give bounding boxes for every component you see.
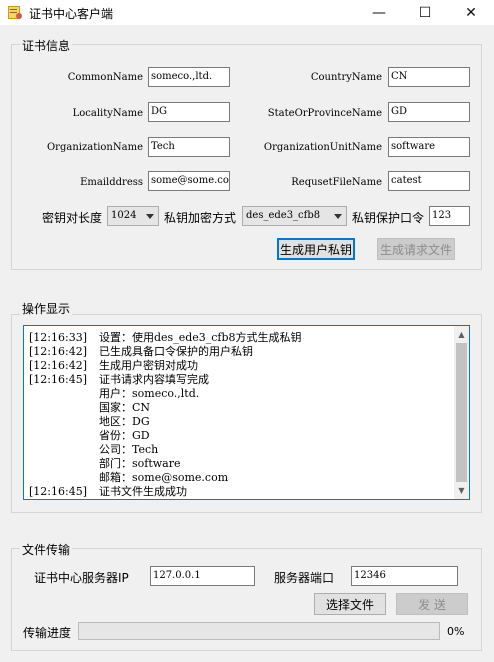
organization-name-label: OrganizationName	[46, 142, 143, 153]
locality-name-input[interactable]: DG	[148, 102, 230, 122]
organization-name-input[interactable]: Tech	[148, 137, 230, 157]
chevron-down-icon	[146, 214, 154, 219]
key-password-input[interactable]: 123	[429, 206, 470, 226]
request-file-name-label: RequsetFileName	[291, 177, 382, 188]
email-address-input[interactable]: some@some.com	[148, 171, 230, 191]
org-unit-name-input[interactable]: software	[388, 137, 470, 157]
close-button[interactable]: ✕	[448, 0, 494, 25]
key-length-select[interactable]: 1024	[107, 206, 159, 226]
title-bar: 证书中心客户端 — ☐ ✕	[0, 0, 494, 25]
key-password-label: 私钥保护口令	[352, 211, 425, 225]
server-port-label: 服务器端口	[274, 571, 335, 585]
request-file-name-input[interactable]: catest	[388, 171, 470, 191]
org-unit-name-label: OrganizationUnitName	[263, 142, 382, 153]
scroll-up-icon[interactable]: ▲	[457, 330, 466, 339]
locality-name-label: LocalityName	[72, 108, 143, 119]
window-title: 证书中心客户端	[29, 7, 114, 21]
file-transfer-legend: 文件传输	[20, 541, 73, 558]
transfer-progress-bar	[78, 622, 440, 640]
maximize-button[interactable]: ☐	[402, 0, 448, 25]
progress-label: 传输进度	[23, 626, 72, 640]
choose-file-button[interactable]: 选择文件	[314, 593, 386, 615]
encrypt-method-select[interactable]: des_ede3_cfb8	[242, 206, 347, 226]
log-line: [12:16:45] 证书文件生成成功	[29, 483, 187, 499]
server-ip-label: 证书中心服务器IP	[34, 571, 129, 585]
encrypt-method-value: des_ede3_cfb8	[246, 210, 321, 221]
encrypt-method-label: 私钥加密方式	[164, 211, 237, 225]
certificate-icon	[8, 5, 22, 19]
generate-request-button[interactable]: 生成请求文件	[377, 238, 455, 260]
email-address-label: Emailddress	[80, 177, 143, 188]
country-name-input[interactable]: CN	[388, 67, 470, 87]
minimize-button[interactable]: —	[356, 0, 402, 25]
key-length-label: 密钥对长度	[42, 211, 103, 225]
server-ip-input[interactable]: 127.0.0.1	[150, 566, 255, 586]
log-timestamp: [12:16:45]	[29, 485, 87, 498]
scroll-down-icon[interactable]: ▼	[457, 486, 466, 495]
cert-info-legend: 证书信息	[20, 37, 73, 54]
log-message: 证书文件生成成功	[99, 485, 187, 498]
server-port-input[interactable]: 12346	[351, 566, 458, 586]
log-scrollbar[interactable]: ▲ ▼	[454, 326, 469, 499]
scroll-thumb[interactable]	[456, 343, 467, 482]
state-name-label: StateOrProvinceName	[267, 108, 382, 119]
state-name-input[interactable]: GD	[388, 102, 470, 122]
generate-key-button[interactable]: 生成用户私钥	[277, 238, 355, 260]
key-length-value: 1024	[111, 210, 137, 221]
country-name-label: CountryName	[310, 72, 382, 83]
progress-percent: 0%	[447, 625, 465, 638]
common-name-label: CommonName	[67, 72, 143, 83]
common-name-input[interactable]: someco.,ltd.	[148, 67, 230, 87]
chevron-down-icon	[334, 214, 342, 219]
log-legend: 操作显示	[20, 300, 73, 317]
send-button[interactable]: 发 送	[396, 593, 468, 615]
log-textbox[interactable]: [12:16:33] 设置：使用des_ede3_cfb8方式生成私钥 [12:16…	[23, 325, 470, 500]
